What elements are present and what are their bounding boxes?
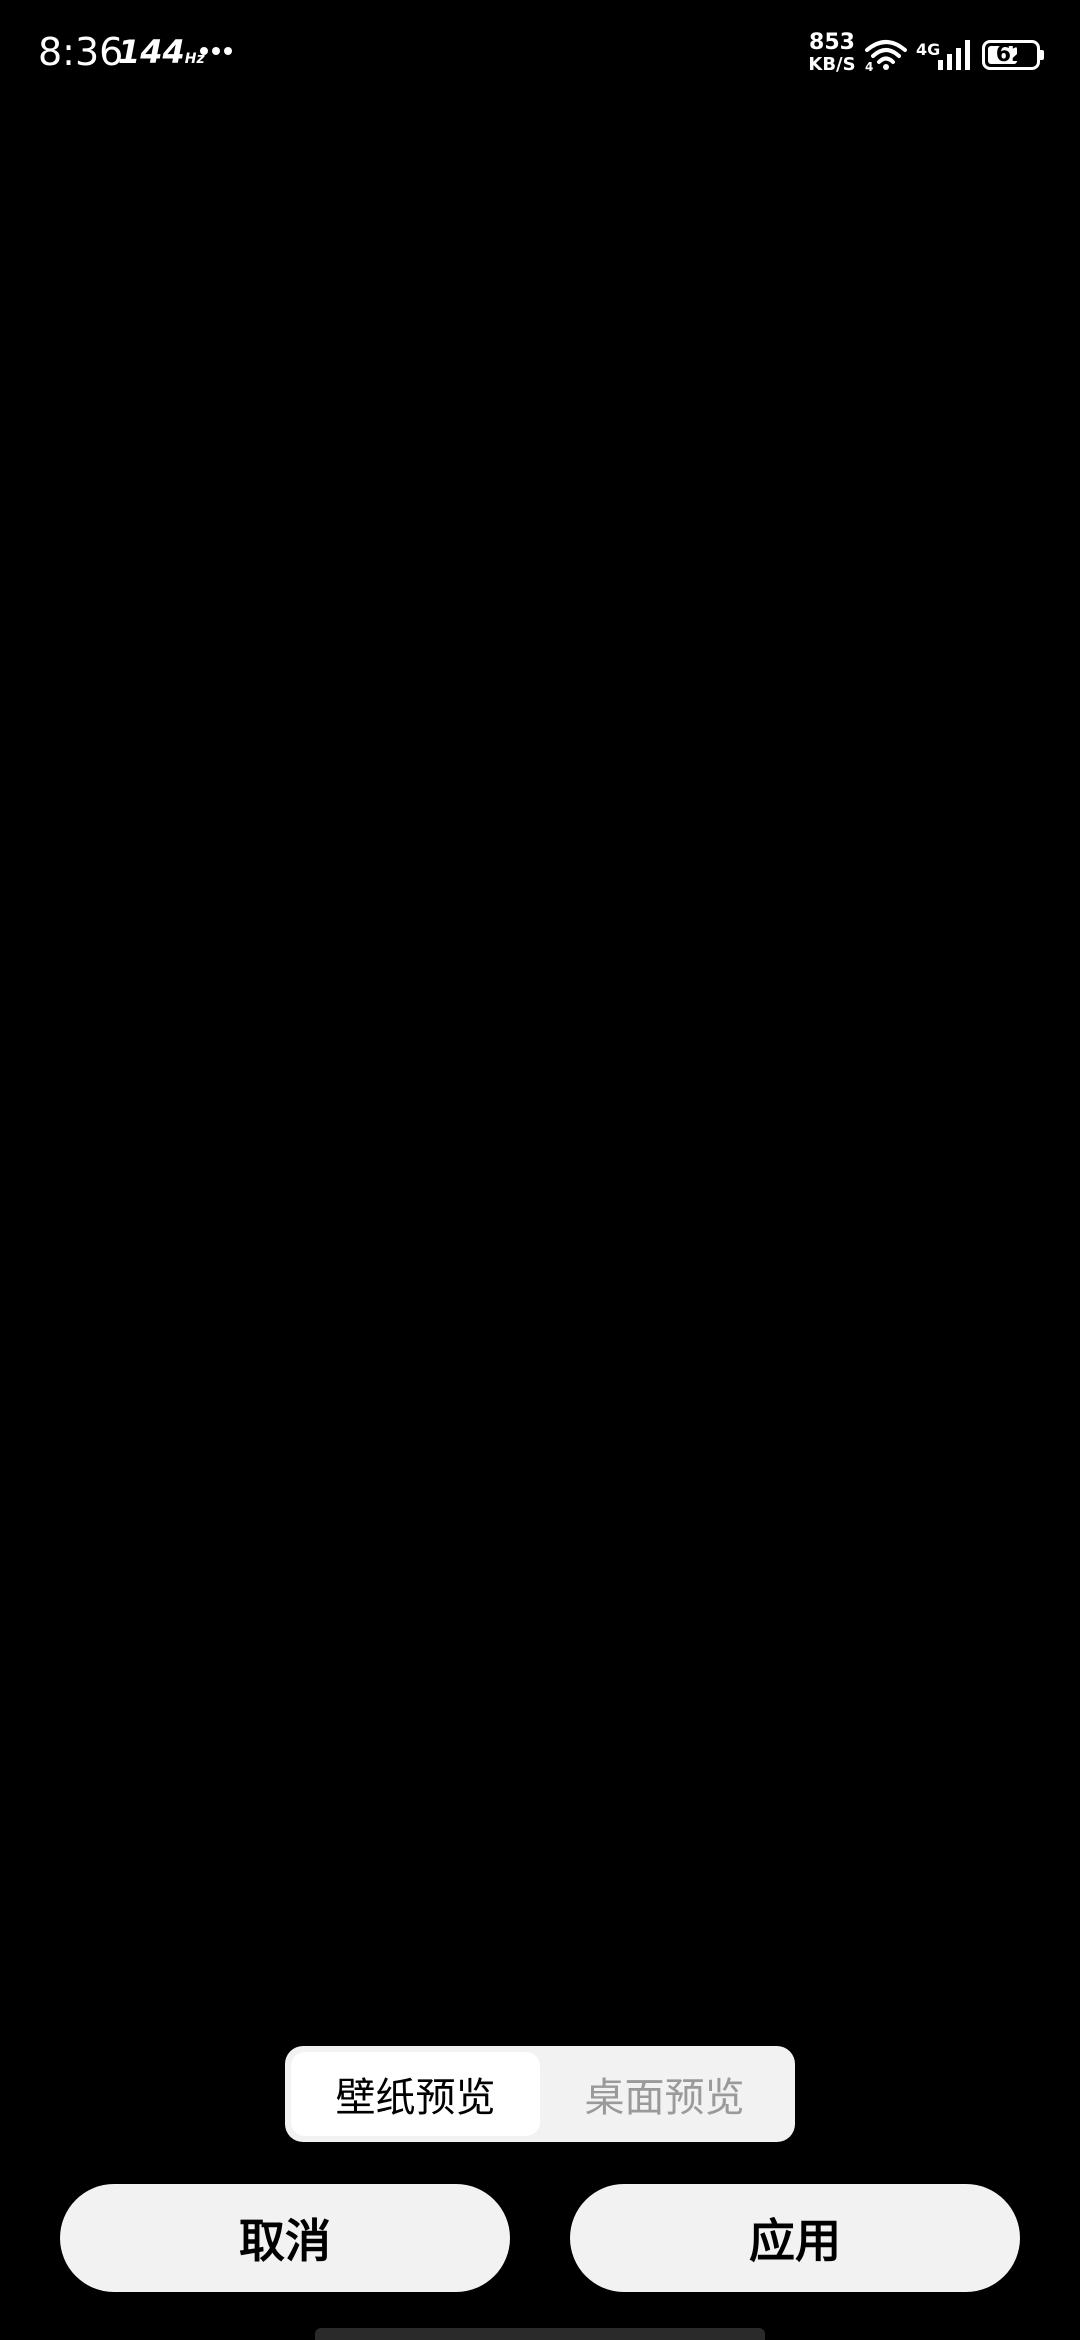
- battery-nub: [1040, 50, 1044, 60]
- refresh-rate: 144Hz: [118, 33, 205, 71]
- tab-desktop-preview[interactable]: 桌面预览: [540, 2052, 789, 2136]
- status-time: 8:36: [38, 30, 124, 74]
- cancel-button[interactable]: 取消: [60, 2184, 510, 2292]
- battery-icon: 62: [982, 40, 1040, 70]
- apply-button[interactable]: 应用: [570, 2184, 1020, 2292]
- preview-mode-segmented-control: 壁纸预览 桌面预览: [285, 2046, 795, 2142]
- wifi-sub-label: 4: [865, 60, 874, 74]
- signal-strength-icon: [938, 40, 970, 70]
- network-speed-unit: KB/S: [808, 54, 856, 75]
- wallpaper-preview-screen: 8:36 144Hz 853 KB/S 4 4G 62 壁纸预览 桌面预览 取消…: [0, 0, 1080, 2340]
- more-notifications-icon: [200, 40, 236, 55]
- gesture-nav-handle[interactable]: [315, 2328, 765, 2340]
- network-speed-value: 853: [809, 30, 855, 55]
- refresh-rate-value: 144: [118, 33, 185, 71]
- tab-wallpaper-preview[interactable]: 壁纸预览: [291, 2052, 540, 2136]
- network-speed: 853 KB/S: [805, 32, 859, 76]
- battery-level: 62: [995, 42, 1027, 67]
- network-type: 4G: [916, 40, 941, 59]
- status-bar: 8:36 144Hz 853 KB/S 4 4G 62: [0, 0, 1080, 110]
